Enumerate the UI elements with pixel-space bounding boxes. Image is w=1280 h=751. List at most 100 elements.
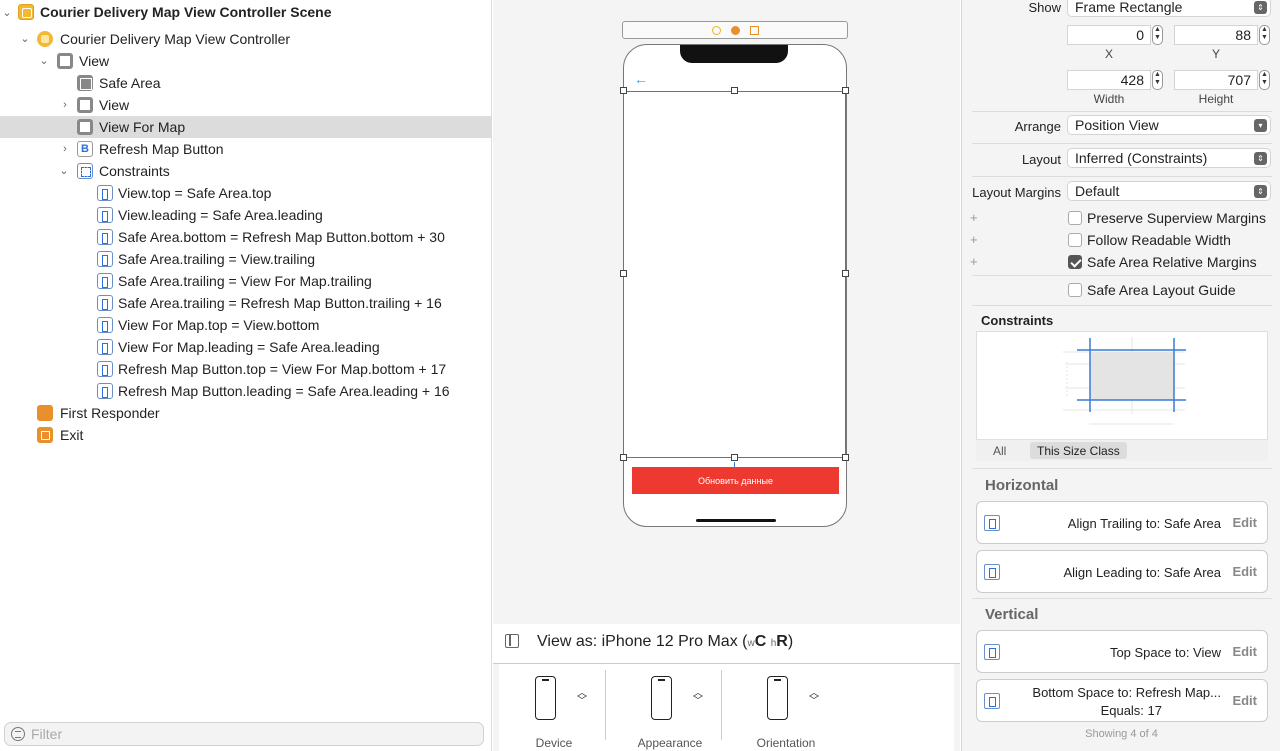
chevron-up-down-icon[interactable]: ︿ ﹀: [577, 689, 587, 707]
vertical-title: Vertical: [985, 606, 1039, 623]
resize-handle[interactable]: [842, 87, 849, 94]
resize-handle[interactable]: [620, 270, 627, 277]
height-field[interactable]: 707: [1174, 70, 1258, 90]
follow-readable-width-checkbox[interactable]: [1068, 233, 1082, 247]
constraint-icon: [97, 317, 113, 333]
layout-popup[interactable]: Inferred (Constraints) ⇕: [1067, 148, 1271, 168]
outline-row-constraint[interactable]: Safe Area.trailing = View.trailing: [0, 248, 492, 270]
storyboard-canvas[interactable]: ← Обновить данные View as: iPhone 12 Pro…: [493, 0, 960, 751]
x-stepper[interactable]: ▲ ▼: [1152, 25, 1163, 45]
constraint-card[interactable]: Align Leading to: Safe Area Edit: [976, 550, 1268, 593]
outline-row-safe-area[interactable]: Safe Area: [0, 72, 492, 94]
outline-row-constraint[interactable]: Refresh Map Button.leading = Safe Area.l…: [0, 380, 492, 402]
resize-handle[interactable]: [842, 270, 849, 277]
orientation-option[interactable]: ︿ ﹀ Orientation: [741, 664, 856, 751]
preserve-superview-margins-checkbox[interactable]: [1068, 211, 1082, 225]
safe-area-layout-guide-checkbox[interactable]: [1068, 283, 1082, 297]
outline-row-label: Safe Area.trailing = Refresh Map Button.…: [118, 295, 442, 311]
outline-row-constraint[interactable]: Safe Area.trailing = Refresh Map Button.…: [0, 292, 492, 314]
first-responder-icon[interactable]: [731, 26, 740, 35]
outline-row-label: View.top = Safe Area.top: [118, 185, 272, 201]
chevron-down-icon[interactable]: ⌄: [58, 164, 70, 177]
back-arrow-icon[interactable]: ←: [634, 71, 648, 87]
first-responder-icon: [37, 405, 53, 421]
chevron-down-icon[interactable]: ⌄: [19, 32, 31, 45]
size-class-w: w: [747, 638, 755, 649]
outline-row-constraints[interactable]: ⌄ Constraints: [0, 160, 492, 182]
outline-row-view[interactable]: ⌄ View: [0, 50, 492, 72]
height-stepper[interactable]: ▲ ▼: [1259, 70, 1270, 90]
edit-button[interactable]: Edit: [1232, 564, 1257, 579]
tab-all[interactable]: All: [986, 442, 1013, 459]
outline-row-constraint[interactable]: View.leading = Safe Area.leading: [0, 204, 492, 226]
width-field[interactable]: 428: [1067, 70, 1151, 90]
plus-icon[interactable]: +: [970, 254, 978, 269]
divider: [972, 275, 1272, 276]
outline-row-constraint[interactable]: Refresh Map Button.top = View For Map.bo…: [0, 358, 492, 380]
appearance-option[interactable]: ︿ ﹀ Appearance: [625, 664, 740, 751]
view-controller-icon[interactable]: [712, 26, 721, 35]
constraint-card[interactable]: Align Trailing to: Safe Area Edit: [976, 501, 1268, 544]
plus-icon[interactable]: +: [970, 210, 978, 225]
view-for-map-selection[interactable]: [623, 91, 846, 458]
outline-row-refresh-map-button[interactable]: › B Refresh Map Button: [0, 138, 492, 160]
view-rect: [1090, 352, 1174, 400]
top-space-icon: [984, 644, 1000, 660]
constraint-card[interactable]: Top Space to: View Edit: [976, 630, 1268, 673]
exit-icon[interactable]: [750, 26, 759, 35]
chevron-right-icon[interactable]: ›: [59, 99, 71, 111]
resize-handle[interactable]: [731, 454, 738, 461]
chevron-right-icon[interactable]: ›: [59, 143, 71, 155]
divider: [972, 111, 1272, 112]
edit-button[interactable]: Edit: [1232, 644, 1257, 659]
outline-row-exit[interactable]: Exit: [0, 424, 492, 446]
constraint-card[interactable]: Bottom Space to: Refresh Map... Equals: …: [976, 679, 1268, 722]
x-field[interactable]: 0: [1067, 25, 1151, 45]
show-popup[interactable]: Frame Rectangle ⇕: [1067, 0, 1271, 17]
refresh-map-button[interactable]: Обновить данные: [632, 467, 839, 494]
edit-button[interactable]: Edit: [1232, 515, 1257, 530]
constraint-icon: [97, 251, 113, 267]
tab-this-size-class[interactable]: This Size Class: [1030, 442, 1127, 459]
filter-field[interactable]: [4, 722, 484, 746]
sidebar-toggle-icon[interactable]: [505, 634, 519, 648]
layout-margins-popup[interactable]: Default ⇕: [1067, 181, 1271, 201]
outline-row-constraint[interactable]: Safe Area.bottom = Refresh Map Button.bo…: [0, 226, 492, 248]
outline-row-scene[interactable]: ⌄ Courier Delivery Map View Controller S…: [0, 1, 492, 23]
filter-input[interactable]: [31, 725, 471, 743]
outline-row-label: Safe Area: [99, 75, 161, 91]
view-as-label[interactable]: View as: iPhone 12 Pro Max (wC hR): [537, 633, 793, 651]
resize-handle[interactable]: [731, 87, 738, 94]
showing-count: Showing 4 of 4: [1085, 728, 1158, 740]
chevron-up-down-icon[interactable]: ︿ ﹀: [809, 689, 819, 707]
device-option[interactable]: ︿ ﹀ Device: [509, 664, 624, 751]
outline-row-constraint[interactable]: View For Map.leading = Safe Area.leading: [0, 336, 492, 358]
layout-label: Layout: [1021, 152, 1061, 167]
chevron-down-icon[interactable]: ⌄: [1, 6, 13, 19]
outline-row-view-controller[interactable]: ⌄ Courier Delivery Map View Controller: [0, 28, 492, 50]
align-leading-icon: [984, 564, 1000, 580]
checkbox-label: Preserve Superview Margins: [1087, 210, 1266, 226]
safe-area-relative-margins-checkbox[interactable]: [1068, 255, 1082, 269]
outline-row-view-for-map[interactable]: View For Map: [0, 116, 492, 138]
width-stepper[interactable]: ▲ ▼: [1152, 70, 1163, 90]
outline-row-constraint[interactable]: View For Map.top = View.bottom: [0, 314, 492, 336]
y-field[interactable]: 88: [1174, 25, 1258, 45]
resize-handle[interactable]: [620, 87, 627, 94]
outline-row-constraint[interactable]: View.top = Safe Area.top: [0, 182, 492, 204]
resize-handle[interactable]: [842, 454, 849, 461]
y-stepper[interactable]: ▲ ▼: [1259, 25, 1270, 45]
chevron-down-icon[interactable]: ⌄: [38, 54, 50, 67]
outline-row-label: Courier Delivery Map View Controller: [60, 31, 291, 47]
outline-row-label: Exit: [60, 427, 84, 443]
chevron-up-down-icon[interactable]: ︿ ﹀: [693, 689, 703, 707]
plus-icon[interactable]: +: [970, 232, 978, 247]
arrange-popup[interactable]: Position View ▾: [1067, 115, 1271, 135]
outline-row-subview[interactable]: › View: [0, 94, 492, 116]
resize-handle[interactable]: [620, 454, 627, 461]
outline-row-first-responder[interactable]: First Responder: [0, 402, 492, 424]
device-label: Device: [535, 736, 573, 750]
outline-row-constraint[interactable]: Safe Area.trailing = View For Map.traili…: [0, 270, 492, 292]
edit-button[interactable]: Edit: [1232, 693, 1257, 708]
filter-icon[interactable]: [11, 727, 25, 741]
